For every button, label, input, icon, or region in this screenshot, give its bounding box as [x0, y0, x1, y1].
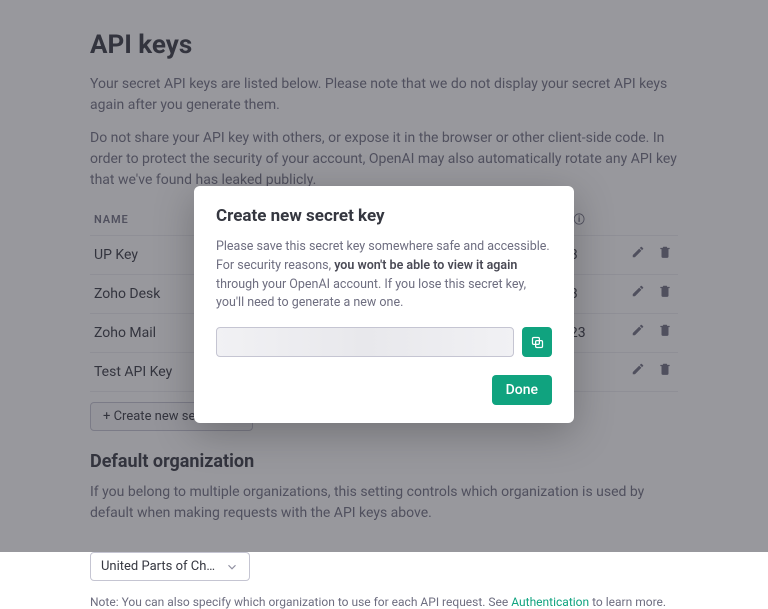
- secret-key-field[interactable]: [216, 327, 514, 357]
- modal-title: Create new secret key: [216, 206, 552, 226]
- create-key-modal: Create new secret key Please save this s…: [194, 186, 574, 423]
- modal-body: Please save this secret key somewhere sa…: [216, 238, 552, 313]
- authentication-link[interactable]: Authentication: [511, 595, 589, 609]
- default-org-select[interactable]: United Parts of Chicago: [90, 552, 250, 581]
- modal-overlay[interactable]: Create new secret key Please save this s…: [0, 0, 768, 552]
- default-org-selected: United Parts of Chicago: [101, 559, 217, 574]
- copy-icon: [530, 335, 545, 350]
- done-button[interactable]: Done: [492, 375, 552, 405]
- default-org-note: Note: You can also specify which organiz…: [90, 595, 678, 609]
- chevron-down-icon: [225, 560, 239, 574]
- copy-button[interactable]: [522, 327, 552, 357]
